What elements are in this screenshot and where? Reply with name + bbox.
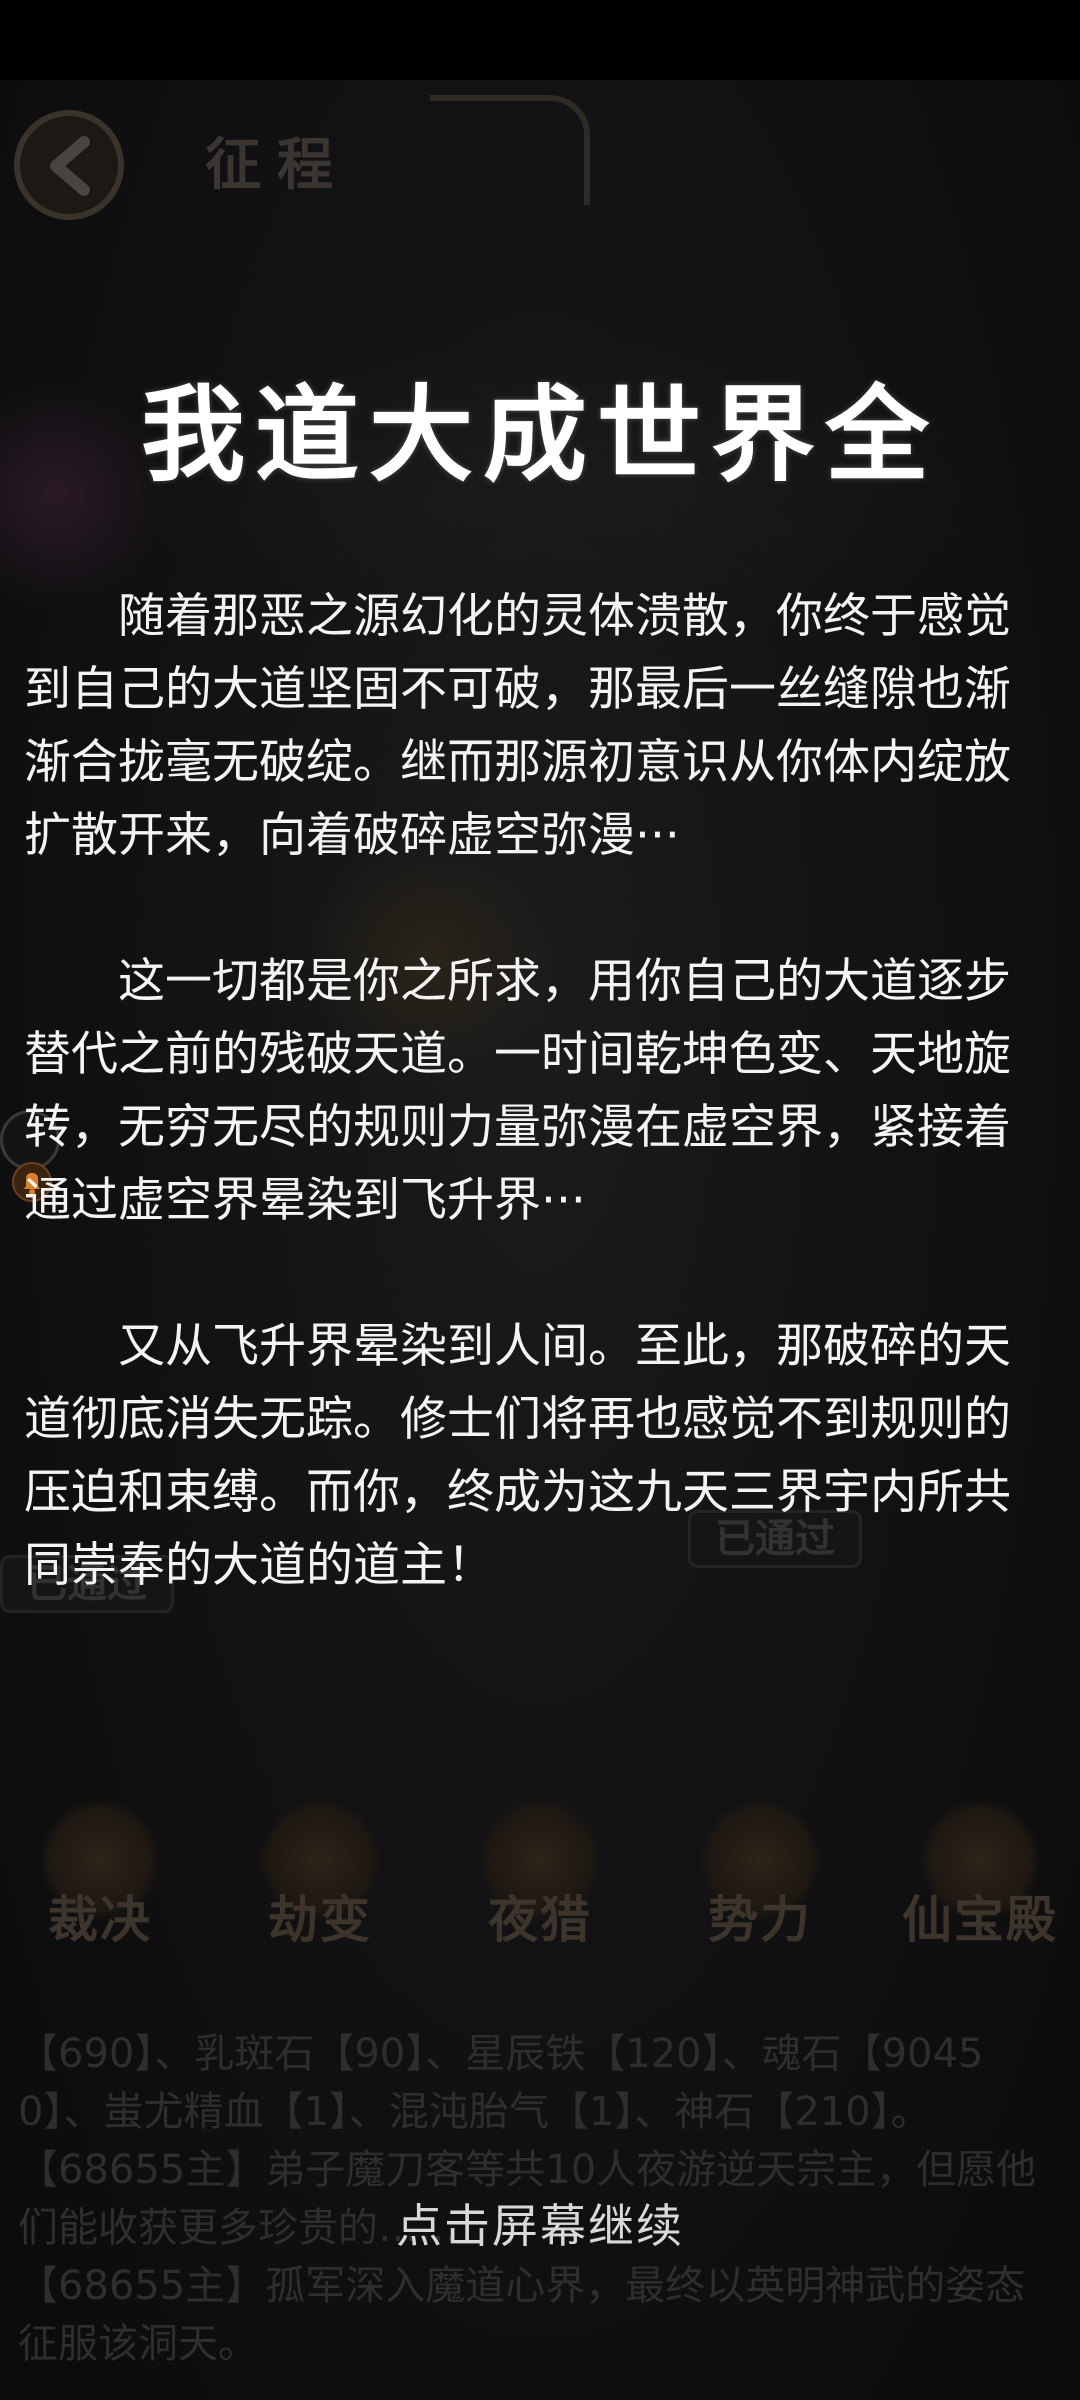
back-button[interactable] xyxy=(14,110,124,220)
nav-item-faction[interactable]: 势力 xyxy=(665,1800,855,1980)
status-bar xyxy=(0,0,1080,80)
story-title: 我道大成世界全 xyxy=(140,373,939,496)
page-header-title: 征程 xyxy=(205,132,349,198)
header-ornament xyxy=(430,95,590,205)
tap-to-continue[interactable]: 点击屏幕继续 xyxy=(0,2190,1080,2256)
story-text: 随着那恶之源幻化的灵体溃散，你终于感觉到自己的大道坚固不可破，那最后一丝缝隙也渐… xyxy=(24,580,1054,1675)
nav-item-verdict[interactable]: 裁决 xyxy=(5,1800,195,1980)
back-arrow-icon xyxy=(50,136,90,196)
story-paragraph: 随着那恶之源幻化的灵体溃散，你终于感觉到自己的大道坚固不可破，那最后一丝缝隙也渐… xyxy=(24,589,1011,863)
story-paragraph: 又从飞升界晕染到人间。至此，那破碎的天道彻底消失无踪。修士们将再也感觉不到规则的… xyxy=(24,1319,1011,1593)
log-row: 【690】、乳斑石【90】、星辰铁【120】、魂石【9045 xyxy=(18,2031,984,2077)
log-row: 【68655主】孤军深入魔道心界，最终以英明神武的姿态 xyxy=(18,2263,1026,2309)
nav-item-night-hunt[interactable]: 夜猎 xyxy=(445,1800,635,1980)
log-row: 征服该洞天。 xyxy=(18,2321,258,2367)
nav-item-treasure-hall[interactable]: 仙宝殿 xyxy=(885,1800,1075,1980)
nav-item-tribulation[interactable]: 劫变 xyxy=(225,1800,415,1980)
story-paragraph: 这一切都是你之所求，用你自己的大道逐步替代之前的残破天道。一时间乾坤色变、天地旋… xyxy=(24,954,1011,1228)
bottom-navigation: 裁决 劫变 夜猎 势力 仙宝殿 xyxy=(0,1800,1080,1980)
log-row: 0】、蚩尤精血【1】、混沌胎气【1】、神石【210】。 xyxy=(18,2089,931,2135)
